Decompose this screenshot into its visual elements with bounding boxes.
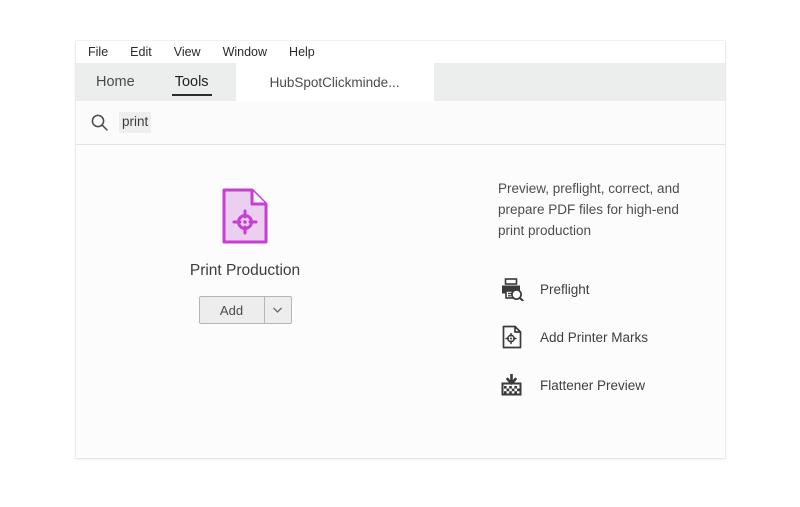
- tab-home[interactable]: Home: [76, 63, 155, 101]
- tool-description-line-3: print production: [498, 220, 728, 241]
- tab-tools[interactable]: Tools: [155, 63, 229, 101]
- search-input[interactable]: print: [119, 112, 151, 132]
- preflight-printer-search-icon: [498, 278, 526, 301]
- add-button[interactable]: Add: [200, 297, 265, 323]
- tool-summary-column: Print Production Add: [76, 145, 414, 324]
- tool-item-label: Add Printer Marks: [540, 330, 648, 345]
- menu-bar: File Edit View Window Help: [76, 41, 725, 63]
- add-dropdown-button[interactable]: [265, 297, 291, 323]
- tab-document[interactable]: HubSpotClickminde...: [236, 63, 434, 101]
- application-window: File Edit View Window Help Home Tools Hu…: [76, 41, 725, 458]
- print-production-document-icon: [221, 187, 269, 245]
- menu-window[interactable]: Window: [223, 46, 267, 59]
- search-icon: [90, 113, 109, 132]
- flattener-preview-icon: [498, 374, 526, 397]
- tool-item-label: Preflight: [540, 282, 590, 297]
- menu-file[interactable]: File: [88, 46, 108, 59]
- tool-list: Preflight: [498, 265, 728, 409]
- menu-edit[interactable]: Edit: [130, 46, 152, 59]
- menu-view[interactable]: View: [174, 46, 201, 59]
- tool-item-preflight[interactable]: Preflight: [498, 265, 728, 313]
- menu-help[interactable]: Help: [289, 46, 315, 59]
- page-title: Print Production: [190, 262, 300, 280]
- search-bar[interactable]: print: [76, 101, 725, 145]
- tab-strip: Home Tools HubSpotClickminde...: [76, 63, 725, 101]
- tool-item-flattener-preview[interactable]: Flattener Preview: [498, 361, 728, 409]
- chevron-down-icon: [273, 307, 282, 313]
- tool-description-line-1: Preview, preflight, correct, and: [498, 178, 728, 199]
- tool-description-line-2: prepare PDF files for high-end: [498, 199, 728, 220]
- printer-marks-page-icon: [498, 325, 526, 349]
- tool-actions-column: Preview, preflight, correct, and prepare…: [498, 145, 728, 409]
- tool-item-add-printer-marks[interactable]: Add Printer Marks: [498, 313, 728, 361]
- tool-description: Preview, preflight, correct, and prepare…: [498, 178, 728, 241]
- add-split-button[interactable]: Add: [199, 296, 292, 324]
- tool-item-label: Flattener Preview: [540, 378, 645, 393]
- tool-detail-panel: Print Production Add Preview, preflight,…: [76, 145, 725, 457]
